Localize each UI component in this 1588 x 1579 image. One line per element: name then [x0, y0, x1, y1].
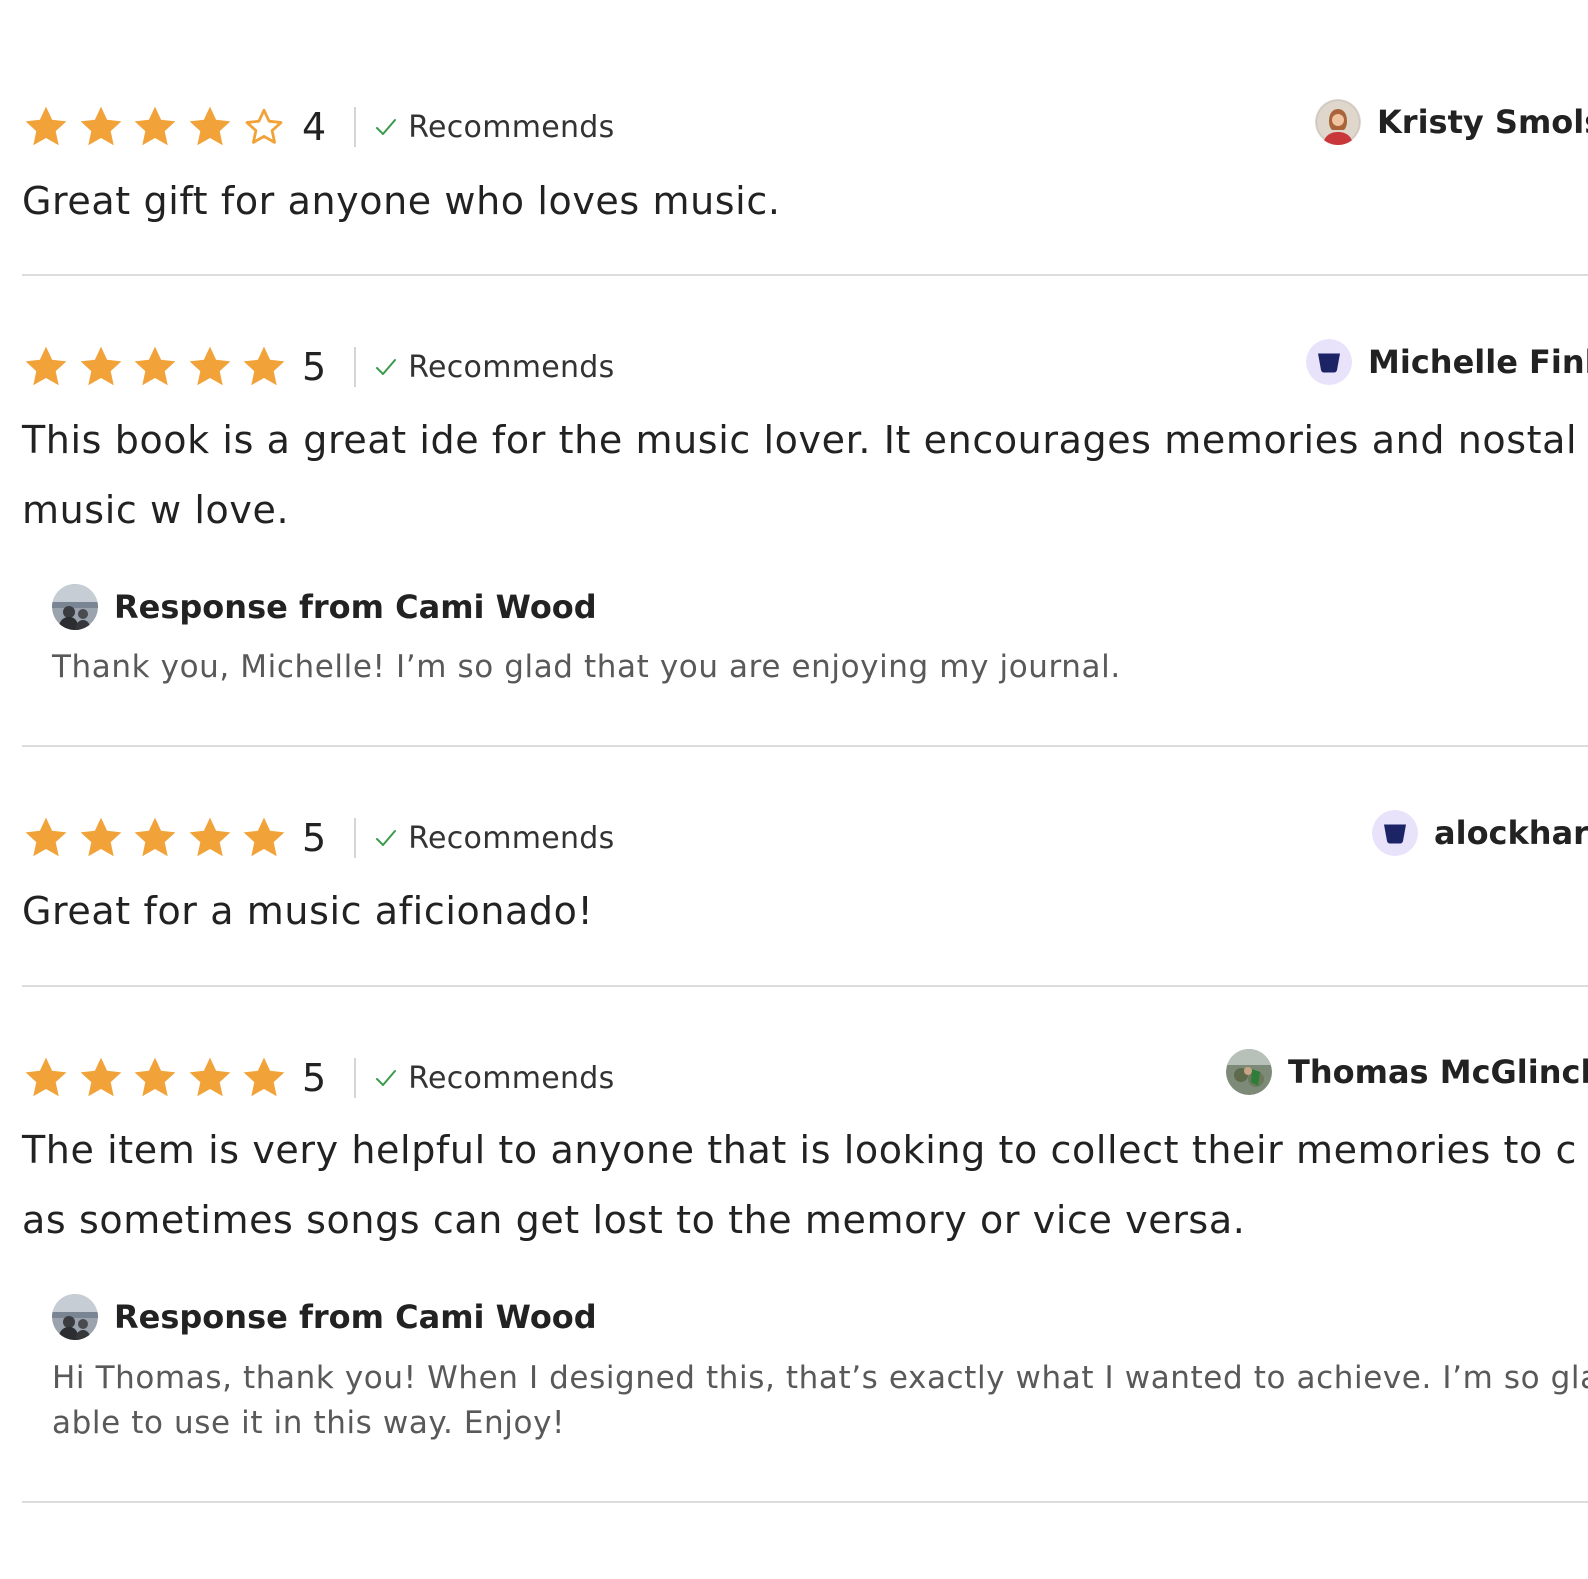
star-filled-icon	[186, 1054, 234, 1102]
rating-row: 5 Recommends	[22, 813, 615, 863]
reviewer-avatar[interactable]	[1226, 1049, 1272, 1095]
star-filled-icon	[131, 814, 179, 862]
response-text-line: Hi Thomas, thank you! When I designed th…	[52, 1360, 1588, 1396]
seller-avatar[interactable]	[52, 584, 98, 630]
star-filled-icon	[77, 343, 125, 391]
review-text-line: as sometimes songs can get lost to the m…	[22, 1198, 1246, 1242]
response-text-line: able to use it in this way. Enjoy!	[52, 1405, 566, 1441]
response-title: Response from Cami Wood	[114, 1298, 597, 1336]
star-filled-icon	[186, 814, 234, 862]
default-avatar-icon[interactable]	[1306, 339, 1352, 385]
review-text: Great for a music aficionado!	[22, 876, 593, 946]
rating-score: 5	[302, 816, 327, 860]
review-text: This book is a great ide for the music l…	[22, 405, 1577, 545]
star-filled-icon	[22, 814, 70, 862]
star-rating	[22, 814, 288, 862]
review-text: The item is very helpful to anyone that …	[22, 1115, 1577, 1255]
star-rating	[22, 103, 288, 151]
reviewer-name[interactable]: Michelle Finl	[1368, 343, 1588, 381]
check-icon	[374, 1066, 398, 1090]
review-text-line: music w love.	[22, 488, 290, 532]
rating-divider	[354, 107, 357, 147]
rating-score: 4	[302, 105, 327, 149]
reviewer-avatar[interactable]	[1315, 99, 1361, 145]
star-filled-icon	[131, 103, 179, 151]
rating-divider	[354, 347, 357, 387]
seller-response-header: Response from Cami Wood	[52, 584, 597, 630]
rating-row: 4 Recommends	[22, 102, 615, 152]
review-text-line: Great for a music aficionado!	[22, 889, 594, 933]
star-filled-icon	[240, 343, 288, 391]
recommends-label: Recommends	[408, 820, 615, 856]
rating-divider	[354, 1058, 357, 1098]
star-filled-icon	[77, 1054, 125, 1102]
reviewer-name[interactable]: Thomas McGlinch	[1288, 1053, 1588, 1091]
reviewer[interactable]: Michelle Finl	[1306, 339, 1588, 385]
star-filled-icon	[240, 1054, 288, 1102]
star-filled-icon	[77, 103, 125, 151]
star-filled-icon	[22, 103, 70, 151]
star-rating	[22, 1054, 288, 1102]
star-filled-icon	[131, 343, 179, 391]
response-text-line: Thank you, Michelle! I’m so glad that yo…	[52, 649, 1121, 685]
seller-response-header: Response from Cami Wood	[52, 1294, 597, 1340]
star-filled-icon	[186, 343, 234, 391]
review-text-line: Great gift for anyone who loves music.	[22, 179, 781, 223]
review-separator	[22, 985, 1588, 987]
review-text-line: This book is a great ide for the music l…	[22, 418, 1578, 462]
star-empty-icon	[240, 103, 288, 151]
check-icon	[374, 826, 398, 850]
seller-avatar[interactable]	[52, 1294, 98, 1340]
reviewer[interactable]: Thomas McGlinch	[1226, 1049, 1588, 1095]
reviewer-name[interactable]: Kristy Smols	[1377, 103, 1588, 141]
star-filled-icon	[22, 343, 70, 391]
recommends-label: Recommends	[408, 349, 615, 385]
rating-score: 5	[302, 1056, 327, 1100]
star-filled-icon	[77, 814, 125, 862]
review-text-line: The item is very helpful to anyone that …	[22, 1128, 1578, 1172]
reviewer-name[interactable]: alockhar	[1434, 814, 1588, 852]
response-title: Response from Cami Wood	[114, 588, 597, 626]
review-separator	[22, 1501, 1588, 1503]
star-filled-icon	[22, 1054, 70, 1102]
rating-score: 5	[302, 345, 327, 389]
review-text: Great gift for anyone who loves music.	[22, 166, 781, 236]
reviewer[interactable]: Kristy Smols	[1315, 99, 1588, 145]
review-separator	[22, 745, 1588, 747]
rating-row: 5 Recommends	[22, 342, 615, 392]
response-text: Thank you, Michelle! I’m so glad that yo…	[52, 645, 1121, 690]
star-filled-icon	[131, 1054, 179, 1102]
default-avatar-icon[interactable]	[1372, 810, 1418, 856]
reviewer[interactable]: alockhar	[1372, 810, 1588, 856]
recommends-label: Recommends	[408, 109, 615, 145]
star-filled-icon	[240, 814, 288, 862]
review-separator	[22, 274, 1588, 276]
rating-row: 5 Recommends	[22, 1053, 615, 1103]
rating-divider	[354, 818, 357, 858]
recommends-label: Recommends	[408, 1060, 615, 1096]
check-icon	[374, 355, 398, 379]
check-icon	[374, 115, 398, 139]
star-rating	[22, 343, 288, 391]
review-card: 4 Recommends Kristy Smols Great gift for…	[0, 0, 1588, 278]
response-text: Hi Thomas, thank you! When I designed th…	[52, 1356, 1588, 1446]
star-filled-icon	[186, 103, 234, 151]
